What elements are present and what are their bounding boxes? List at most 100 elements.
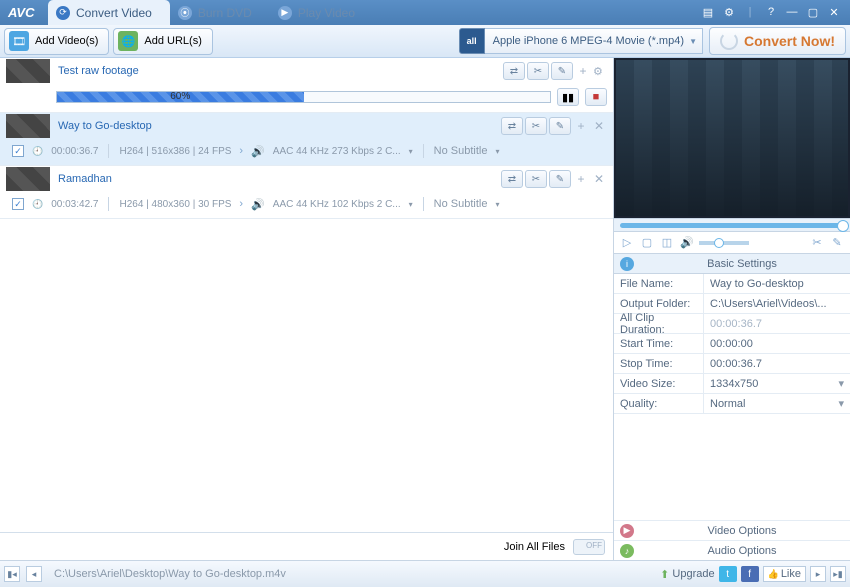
audio-codec-label: AAC 44 KHz 273 Kbps 2 C...: [273, 146, 401, 157]
section-title: Audio Options: [640, 545, 844, 557]
convert-now-button[interactable]: Convert Now!: [709, 27, 846, 55]
button-label: Add Video(s): [35, 35, 98, 47]
wand-icon[interactable]: ✎: [549, 117, 571, 135]
maximize-icon[interactable]: ▢: [805, 6, 821, 19]
globe-add-icon: 🌐: [118, 31, 138, 51]
file-list-panel: Converting Test raw footage ⇄ ✂ ✎ + ⚙ 60…: [0, 58, 614, 560]
output-folder-field[interactable]: C:\Users\Ariel\Videos\...: [704, 294, 850, 313]
file-row[interactable]: Waiting... Way to Go-desktop ⇄ ✂ ✎ + ✕ ✓…: [0, 113, 613, 166]
file-name-field[interactable]: Way to Go-desktop: [704, 274, 850, 293]
close-icon[interactable]: ✕: [591, 119, 607, 133]
seek-bar[interactable]: [614, 218, 850, 232]
gear-icon[interactable]: ⚙: [721, 6, 737, 19]
plus-icon[interactable]: +: [575, 64, 591, 78]
file-row[interactable]: Converting Test raw footage ⇄ ✂ ✎ + ⚙ 60…: [0, 58, 613, 113]
gear-icon[interactable]: ⚙: [593, 65, 607, 78]
wand-icon[interactable]: ✎: [549, 170, 571, 188]
preview-panel: ▷ ▢ ◫ 🔊 ✂ ✎ i Basic Settings File Name:W…: [614, 58, 850, 560]
tab-convert-video[interactable]: ⟳ Convert Video: [48, 0, 170, 25]
help-icon[interactable]: ?: [763, 6, 779, 19]
film-add-icon: 🎞: [9, 31, 29, 51]
volume-icon[interactable]: 🔊: [679, 235, 695, 251]
snapshot-button[interactable]: ◫: [659, 235, 675, 251]
start-time-field[interactable]: 00:00:00: [704, 334, 850, 353]
scissors-icon[interactable]: ✂: [527, 62, 549, 80]
nav-first-button[interactable]: ▮◂: [4, 566, 20, 582]
trim-icon[interactable]: ✂: [809, 235, 825, 251]
add-urls-button[interactable]: 🌐 Add URL(s): [113, 28, 212, 55]
chevron-right-icon[interactable]: ›: [239, 198, 243, 210]
wand-icon[interactable]: ✎: [551, 62, 573, 80]
clock-icon: 🕘: [32, 146, 43, 157]
format-dropdown[interactable]: Apple iPhone 6 MPEG-4 Movie (*.mp4): [485, 28, 703, 54]
pause-button[interactable]: ▮▮: [557, 88, 579, 106]
checkbox[interactable]: ✓: [12, 198, 24, 210]
statusbar: ▮◂ ◂ C:\Users\Ariel\Desktop\Way to Go-de…: [0, 560, 850, 587]
nav-prev-button[interactable]: ◂: [26, 566, 42, 582]
scissors-icon[interactable]: ✂: [525, 170, 547, 188]
setting-label: Output Folder:: [614, 294, 704, 313]
preview-viewport: [614, 58, 850, 218]
chevron-down-icon[interactable]: ▾: [495, 200, 499, 209]
file-title: Ramadhan: [58, 173, 493, 185]
button-label: Add URL(s): [144, 35, 201, 47]
swap-icon[interactable]: ⇄: [503, 62, 525, 80]
tab-burn-dvd[interactable]: ⦿ Burn DVD: [170, 0, 270, 25]
nav-next-button[interactable]: ▸: [810, 566, 826, 582]
video-options-row[interactable]: ▶ Video Options: [614, 520, 850, 540]
close-icon[interactable]: ✕: [591, 172, 607, 186]
speaker-icon: 🔊: [251, 198, 265, 211]
audio-options-row[interactable]: ♪ Audio Options: [614, 540, 850, 560]
speaker-icon: 🔊: [251, 145, 265, 158]
twitter-icon[interactable]: t: [719, 566, 737, 582]
thumbnail: Converting: [6, 59, 50, 83]
add-videos-button[interactable]: 🎞 Add Video(s): [4, 28, 109, 55]
upgrade-link[interactable]: Upgrade: [660, 568, 714, 581]
stop-time-field[interactable]: 00:00:36.7: [704, 354, 850, 373]
menu-icon[interactable]: ▤: [700, 6, 716, 19]
scissors-icon[interactable]: ✂: [525, 117, 547, 135]
thumbnail: Waiting...: [6, 114, 50, 138]
volume-slider[interactable]: [699, 241, 749, 245]
minimize-icon[interactable]: —: [784, 6, 800, 19]
chevron-right-icon[interactable]: ›: [239, 145, 243, 157]
format-icon[interactable]: all: [459, 28, 485, 54]
audio-icon: ♪: [620, 544, 634, 558]
tab-play-video[interactable]: ▶ Play Video: [270, 0, 373, 25]
subtitle-label: No Subtitle: [434, 145, 488, 157]
settings-grid: File Name:Way to Go-desktop Output Folde…: [614, 274, 850, 414]
stop-button[interactable]: ■: [585, 88, 607, 106]
swap-icon[interactable]: ⇄: [501, 117, 523, 135]
effects-icon[interactable]: ✎: [829, 235, 845, 251]
button-label: Convert Now!: [744, 33, 835, 49]
chevron-down-icon[interactable]: ▾: [409, 147, 413, 156]
close-icon[interactable]: ✕: [826, 6, 842, 19]
like-button[interactable]: 👍 Like: [763, 566, 806, 582]
setting-label: Video Size:: [614, 374, 704, 393]
setting-label: Quality:: [614, 394, 704, 413]
clock-icon: 🕘: [32, 199, 43, 210]
setting-label: Stop Time:: [614, 354, 704, 373]
video-size-dropdown[interactable]: 1334x750: [704, 374, 850, 393]
chevron-down-icon[interactable]: ▾: [495, 147, 499, 156]
quality-dropdown[interactable]: Normal: [704, 394, 850, 413]
chevron-down-icon[interactable]: ▾: [409, 200, 413, 209]
plus-icon[interactable]: +: [573, 119, 589, 133]
status-badge: Converting: [6, 72, 50, 83]
basic-settings-header[interactable]: i Basic Settings: [614, 254, 850, 274]
play-button[interactable]: ▷: [619, 235, 635, 251]
facebook-icon[interactable]: f: [741, 566, 759, 582]
checkbox[interactable]: ✓: [12, 145, 24, 157]
duration-label: 00:00:36.7: [51, 146, 98, 157]
join-label: Join All Files: [504, 541, 565, 553]
join-toggle[interactable]: [573, 539, 605, 555]
status-badge: Waiting...: [6, 127, 50, 138]
plus-icon[interactable]: +: [573, 172, 589, 186]
file-row[interactable]: Waiting... Ramadhan ⇄ ✂ ✎ + ✕ ✓ 🕘 00:03:…: [0, 166, 613, 219]
setting-label: All Clip Duration:: [614, 314, 704, 333]
stop-button[interactable]: ▢: [639, 235, 655, 251]
preview-image: [616, 60, 848, 216]
nav-last-button[interactable]: ▸▮: [830, 566, 846, 582]
tab-label: Convert Video: [76, 6, 152, 20]
swap-icon[interactable]: ⇄: [501, 170, 523, 188]
